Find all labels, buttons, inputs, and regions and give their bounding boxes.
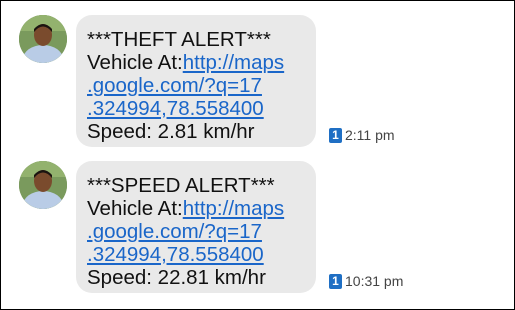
sim-1-icon: 1 bbox=[329, 273, 342, 289]
alert-title: ***SPEED ALERT*** bbox=[87, 174, 275, 197]
message-item: ***THEFT ALERT*** Vehicle At:http://maps… bbox=[1, 15, 514, 155]
speed-text: Speed: 22.81 km/hr bbox=[87, 266, 266, 289]
alert-title: ***THEFT ALERT*** bbox=[87, 28, 271, 51]
message-bubble[interactable]: ***THEFT ALERT*** Vehicle At:http://maps… bbox=[76, 15, 316, 147]
map-link-part-1[interactable]: http://maps bbox=[183, 197, 284, 220]
vehicle-at-label: Vehicle At: bbox=[87, 51, 183, 74]
contact-avatar-icon[interactable] bbox=[19, 161, 67, 209]
message-bubble[interactable]: ***SPEED ALERT*** Vehicle At:http://maps… bbox=[76, 161, 316, 293]
map-link-part-3[interactable]: .324994,78.558400 bbox=[87, 97, 264, 120]
message-time: 2:11 pm bbox=[345, 127, 395, 143]
map-link-part-3[interactable]: .324994,78.558400 bbox=[87, 243, 264, 266]
message-time: 10:31 pm bbox=[345, 273, 404, 289]
message-item: ***SPEED ALERT*** Vehicle At:http://maps… bbox=[1, 161, 514, 301]
message-meta: 1 2:11 pm bbox=[329, 127, 395, 143]
message-meta: 1 10:31 pm bbox=[329, 273, 403, 289]
sim-1-icon: 1 bbox=[329, 127, 342, 143]
map-link-part-1[interactable]: http://maps bbox=[183, 51, 284, 74]
message-thread: ***THEFT ALERT*** Vehicle At:http://maps… bbox=[0, 0, 515, 310]
contact-avatar-icon[interactable] bbox=[19, 15, 67, 63]
map-link-part-2[interactable]: .google.com/?q=17 bbox=[87, 220, 262, 243]
vehicle-location-line: Vehicle At:http://maps bbox=[87, 197, 316, 220]
vehicle-at-label: Vehicle At: bbox=[87, 197, 183, 220]
speed-text: Speed: 2.81 km/hr bbox=[87, 120, 255, 143]
vehicle-location-line: Vehicle At:http://maps bbox=[87, 51, 316, 74]
map-link-part-2[interactable]: .google.com/?q=17 bbox=[87, 74, 262, 97]
